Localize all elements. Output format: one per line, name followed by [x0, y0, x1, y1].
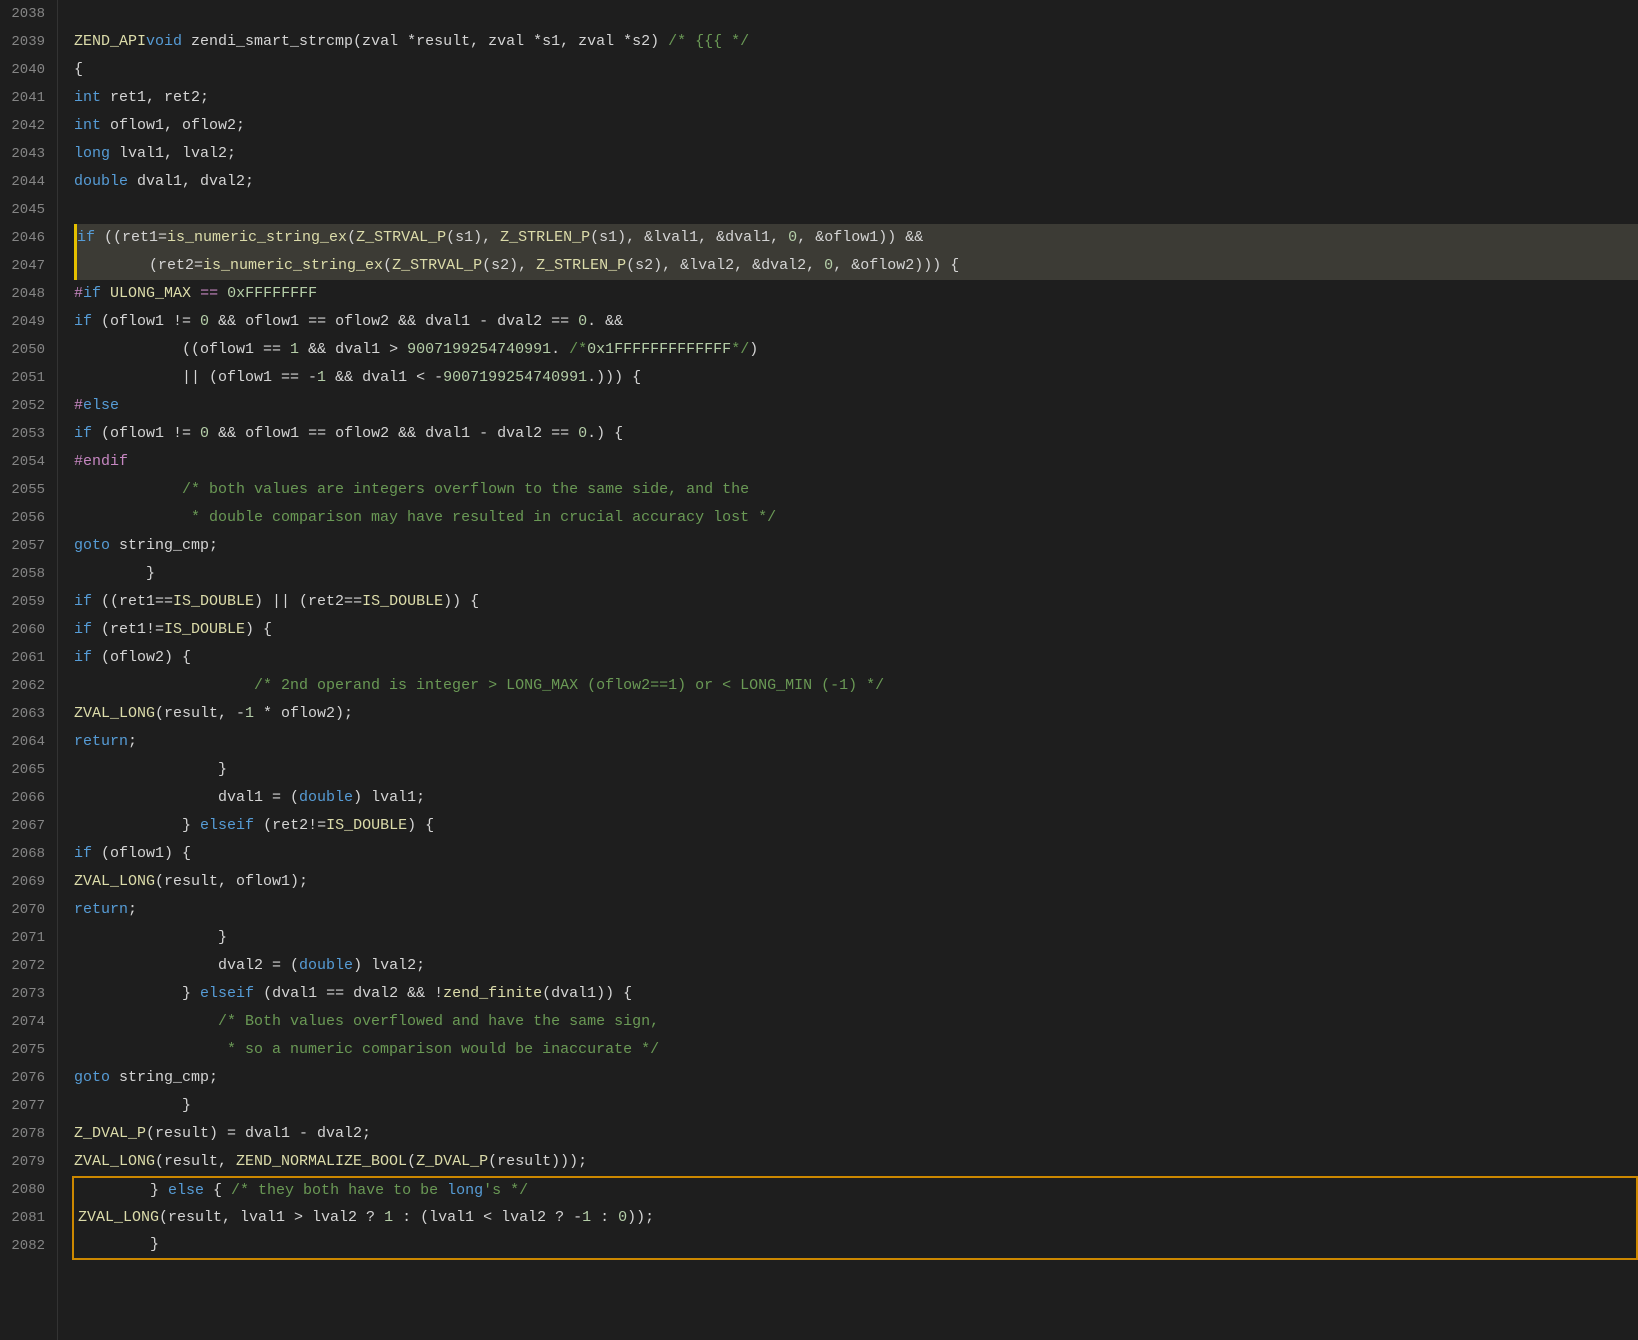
- code-line: if (ret1!=IS_DOUBLE) {: [74, 616, 1638, 644]
- code-line: int ret1, ret2;: [74, 84, 1638, 112]
- line-number: 2061: [8, 644, 45, 672]
- line-number: 2039: [8, 28, 45, 56]
- line-number: 2063: [8, 700, 45, 728]
- code-line: goto string_cmp;: [74, 532, 1638, 560]
- code-line: ZVAL_LONG(result, oflow1);: [74, 868, 1638, 896]
- line-number: 2068: [8, 840, 45, 868]
- code-line: } else if (ret2!=IS_DOUBLE) {: [74, 812, 1638, 840]
- line-number: 2075: [8, 1036, 45, 1064]
- line-number: 2049: [8, 308, 45, 336]
- line-number: 2052: [8, 392, 45, 420]
- line-number: 2067: [8, 812, 45, 840]
- line-numbers: 2038203920402041204220432044204520462047…: [0, 0, 58, 1340]
- line-number: 2073: [8, 980, 45, 1008]
- code-line: int oflow1, oflow2;: [74, 112, 1638, 140]
- line-number: 2054: [8, 448, 45, 476]
- code-content[interactable]: ZEND_API void zendi_smart_strcmp(zval *r…: [58, 0, 1638, 1340]
- line-number: 2076: [8, 1064, 45, 1092]
- line-number: 2071: [8, 924, 45, 952]
- code-line: #if ULONG_MAX == 0xFFFFFFFF: [74, 280, 1638, 308]
- code-line: dval1 = (double) lval1;: [74, 784, 1638, 812]
- code-line: {: [74, 56, 1638, 84]
- line-number: 2080: [8, 1176, 45, 1204]
- line-number: 2078: [8, 1120, 45, 1148]
- line-number: 2041: [8, 84, 45, 112]
- line-number: 2069: [8, 868, 45, 896]
- line-number: 2044: [8, 168, 45, 196]
- code-line: /* both values are integers overflown to…: [74, 476, 1638, 504]
- line-number: 2081: [8, 1204, 45, 1232]
- code-line: dval2 = (double) lval2;: [74, 952, 1638, 980]
- code-line: ((oflow1 == 1 && dval1 > 900719925474099…: [74, 336, 1638, 364]
- line-number: 2060: [8, 616, 45, 644]
- line-number: 2040: [8, 56, 45, 84]
- line-number: 2046: [8, 224, 45, 252]
- line-number: 2045: [8, 196, 45, 224]
- line-number: 2079: [8, 1148, 45, 1176]
- code-line: ZVAL_LONG(result, ZEND_NORMALIZE_BOOL(Z_…: [74, 1148, 1638, 1176]
- code-line: }: [74, 756, 1638, 784]
- line-number: 2050: [8, 336, 45, 364]
- line-number: 2066: [8, 784, 45, 812]
- line-number: 2065: [8, 756, 45, 784]
- code-line: return;: [74, 728, 1638, 756]
- code-line: }: [74, 1092, 1638, 1120]
- code-line: ZEND_API void zendi_smart_strcmp(zval *r…: [74, 28, 1638, 56]
- line-number: 2051: [8, 364, 45, 392]
- line-number: 2057: [8, 532, 45, 560]
- line-number: 2038: [8, 0, 45, 28]
- code-line: * double comparison may have resulted in…: [74, 504, 1638, 532]
- code-line: #else: [74, 392, 1638, 420]
- code-line: } else if (dval1 == dval2 && !zend_finit…: [74, 980, 1638, 1008]
- line-number: 2077: [8, 1092, 45, 1120]
- code-line: [74, 196, 1638, 224]
- line-number: 2047: [8, 252, 45, 280]
- code-line: ZVAL_LONG(result, -1 * oflow2);: [74, 700, 1638, 728]
- line-number: 2053: [8, 420, 45, 448]
- line-number: 2074: [8, 1008, 45, 1036]
- code-container: 2038203920402041204220432044204520462047…: [0, 0, 1638, 1340]
- code-line: if ((ret1==IS_DOUBLE) || (ret2==IS_DOUBL…: [74, 588, 1638, 616]
- code-line: double dval1, dval2;: [74, 168, 1638, 196]
- code-line: if (oflow1 != 0 && oflow1 == oflow2 && d…: [74, 420, 1638, 448]
- line-number: 2042: [8, 112, 45, 140]
- code-line: #endif: [74, 448, 1638, 476]
- code-line: }: [72, 1232, 1638, 1260]
- line-number: 2064: [8, 728, 45, 756]
- line-number: 2056: [8, 504, 45, 532]
- code-line: ZVAL_LONG(result, lval1 > lval2 ? 1 : (l…: [72, 1204, 1638, 1232]
- code-line: return;: [74, 896, 1638, 924]
- line-number: 2043: [8, 140, 45, 168]
- line-number: 2048: [8, 280, 45, 308]
- code-line: }: [74, 560, 1638, 588]
- code-line: /* Both values overflowed and have the s…: [74, 1008, 1638, 1036]
- code-line: if (oflow2) {: [74, 644, 1638, 672]
- line-number: 2072: [8, 952, 45, 980]
- code-line: * so a numeric comparison would be inacc…: [74, 1036, 1638, 1064]
- code-line: if (oflow1 != 0 && oflow1 == oflow2 && d…: [74, 308, 1638, 336]
- code-line: }: [74, 924, 1638, 952]
- code-line: if ((ret1=is_numeric_string_ex(Z_STRVAL_…: [74, 224, 1638, 252]
- line-number: 2055: [8, 476, 45, 504]
- line-number: 2082: [8, 1232, 45, 1260]
- line-number: 2059: [8, 588, 45, 616]
- code-line: if (oflow1) {: [74, 840, 1638, 868]
- code-line: Z_DVAL_P(result) = dval1 - dval2;: [74, 1120, 1638, 1148]
- code-line: /* 2nd operand is integer > LONG_MAX (of…: [74, 672, 1638, 700]
- code-line: } else { /* they both have to be long's …: [72, 1176, 1638, 1204]
- line-number: 2062: [8, 672, 45, 700]
- line-number: 2058: [8, 560, 45, 588]
- code-line: long lval1, lval2;: [74, 140, 1638, 168]
- line-number: 2070: [8, 896, 45, 924]
- code-line: goto string_cmp;: [74, 1064, 1638, 1092]
- code-line: (ret2=is_numeric_string_ex(Z_STRVAL_P(s2…: [74, 252, 1638, 280]
- code-line: || (oflow1 == -1 && dval1 < -90071992547…: [74, 364, 1638, 392]
- code-line: [74, 0, 1638, 28]
